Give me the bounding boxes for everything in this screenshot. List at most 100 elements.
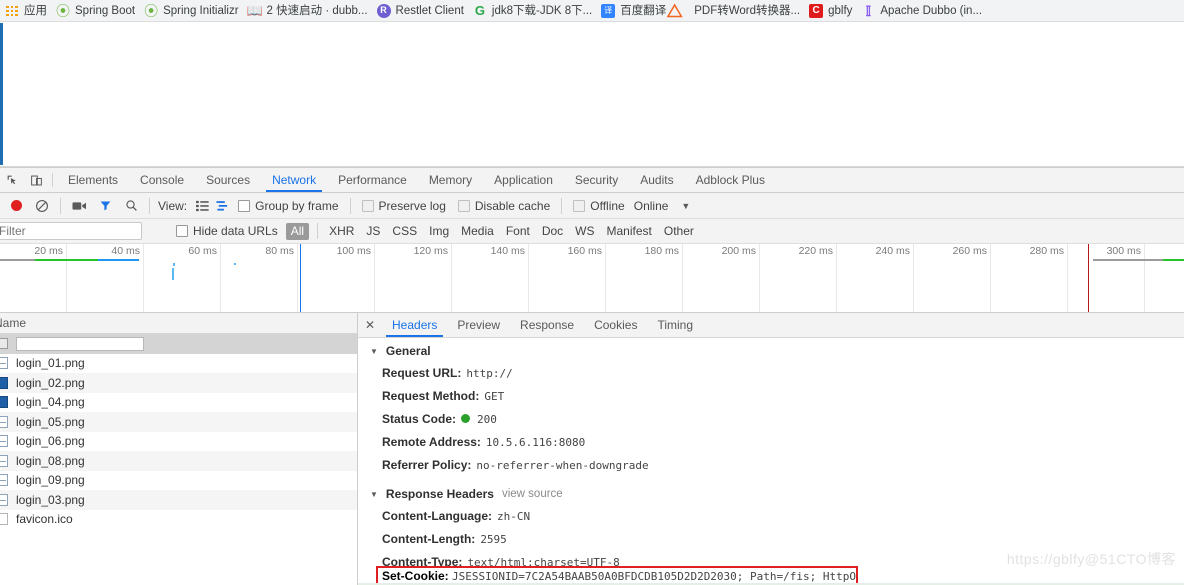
filter-type-manifest[interactable]: Manifest bbox=[601, 223, 658, 240]
favicon-icon bbox=[0, 512, 10, 526]
network-overview-timeline[interactable]: 20 ms 40 ms 60 ms 80 ms 100 ms 120 ms 14… bbox=[0, 244, 1184, 313]
devtools-panel: Elements Console Sources Network Perform… bbox=[0, 167, 1184, 585]
bookmarks-bar[interactable]: 应用 ⦿ Spring Boot ⦿ Spring Initializr 📖 2… bbox=[0, 0, 1184, 22]
view-list-icon[interactable] bbox=[192, 200, 212, 212]
request-name-edit-input[interactable] bbox=[16, 336, 144, 351]
filter-type-label: Img bbox=[429, 224, 450, 238]
tab-memory[interactable]: Memory bbox=[418, 168, 483, 192]
tab-network[interactable]: Network bbox=[261, 168, 327, 192]
filter-file-icon bbox=[0, 337, 10, 351]
bookmark-gblfy[interactable]: C gblfy bbox=[806, 2, 858, 20]
view-source-link[interactable]: view source bbox=[502, 488, 563, 500]
request-name: login_01.png bbox=[16, 356, 85, 371]
disable-cache-checkbox[interactable]: Disable cache bbox=[452, 199, 556, 213]
table-row-editing[interactable] bbox=[0, 334, 357, 354]
general-section-header[interactable]: ▼ General bbox=[358, 342, 1184, 362]
chevron-down-icon[interactable]: ▼ bbox=[681, 201, 690, 211]
bookmark-jdk8[interactable]: G jdk8下载-JDK 8下... bbox=[470, 2, 598, 20]
filter-type-other[interactable]: Other bbox=[658, 223, 700, 240]
bookmark-spring-boot[interactable]: ⦿ Spring Boot bbox=[53, 2, 141, 20]
hide-data-urls-label: Hide data URLs bbox=[193, 224, 278, 238]
record-button[interactable] bbox=[3, 194, 29, 218]
filter-type-ws[interactable]: WS bbox=[569, 223, 600, 240]
preserve-log-label: Preserve log bbox=[378, 198, 446, 213]
tab-console[interactable]: Console bbox=[129, 168, 195, 192]
bookmark-label: Apache Dubbo (in... bbox=[880, 4, 983, 17]
disable-cache-label: Disable cache bbox=[474, 198, 551, 213]
table-row[interactable]: login_02.png bbox=[0, 373, 357, 393]
tab-timing[interactable]: Timing bbox=[647, 313, 703, 337]
tab-cookies[interactable]: Cookies bbox=[584, 313, 647, 337]
filter-type-img[interactable]: Img bbox=[423, 223, 455, 240]
overview-bar-small bbox=[172, 268, 174, 280]
tab-preview[interactable]: Preview bbox=[447, 313, 510, 337]
view-waterfall-icon[interactable] bbox=[212, 200, 232, 212]
request-list: Name login_01.png login_02.png bbox=[0, 313, 358, 585]
filter-type-xhr[interactable]: XHR bbox=[323, 223, 360, 240]
table-row[interactable]: login_08.png bbox=[0, 451, 357, 471]
tab-label: Memory bbox=[428, 173, 473, 187]
table-row[interactable]: login_03.png bbox=[0, 490, 357, 510]
tab-sources[interactable]: Sources bbox=[195, 168, 261, 192]
tab-performance[interactable]: Performance bbox=[327, 168, 418, 192]
filter-type-css[interactable]: CSS bbox=[386, 223, 423, 240]
request-list-header[interactable]: Name bbox=[0, 313, 357, 334]
tab-audits[interactable]: Audits bbox=[629, 168, 684, 192]
overview-tick-label: 200 ms bbox=[721, 245, 756, 257]
request-name: login_04.png bbox=[16, 395, 85, 410]
filter-type-js[interactable]: JS bbox=[360, 223, 386, 240]
overview-tick-label: 80 ms bbox=[265, 245, 294, 257]
bookmark-apache-dubbo[interactable]: 𝕀 Apache Dubbo (in... bbox=[858, 2, 988, 20]
overview-bar-green bbox=[35, 259, 98, 261]
toggle-device-toolbar-icon[interactable] bbox=[24, 168, 48, 192]
table-row[interactable]: login_06.png bbox=[0, 432, 357, 452]
tab-headers[interactable]: Headers bbox=[382, 313, 447, 337]
search-button[interactable] bbox=[118, 194, 144, 218]
bookmark-spring-initializr[interactable]: ⦿ Spring Initializr bbox=[141, 2, 244, 20]
header-row-status-code: Status Code: 200 bbox=[358, 408, 1184, 431]
toolbar-divider bbox=[349, 197, 351, 214]
clear-icon bbox=[36, 199, 48, 212]
offline-checkbox[interactable]: Offline bbox=[567, 199, 630, 213]
bookmark-apps[interactable]: 应用 bbox=[2, 2, 53, 20]
section-title: Response Headers bbox=[385, 487, 494, 501]
tab-security[interactable]: Security bbox=[564, 168, 629, 192]
table-row[interactable]: login_01.png bbox=[0, 354, 357, 374]
table-row[interactable]: login_05.png bbox=[0, 412, 357, 432]
table-row[interactable]: login_09.png bbox=[0, 471, 357, 491]
tab-label: Security bbox=[574, 173, 619, 187]
preserve-log-checkbox[interactable]: Preserve log bbox=[356, 199, 452, 213]
filter-button[interactable] bbox=[92, 194, 118, 218]
group-by-frame-checkbox[interactable]: Group by frame bbox=[232, 199, 344, 213]
table-row[interactable]: login_04.png bbox=[0, 393, 357, 413]
bookmark-dubbo-quickstart[interactable]: 📖 2 快速启动 · dubb... bbox=[245, 2, 374, 20]
overview-tick-label: 180 ms bbox=[644, 245, 679, 257]
filter-type-label: Manifest bbox=[606, 224, 652, 238]
inspect-element-icon[interactable] bbox=[0, 168, 24, 192]
camera-icon bbox=[72, 201, 86, 210]
hide-data-urls-checkbox[interactable]: Hide data URLs bbox=[170, 224, 284, 238]
tab-response[interactable]: Response bbox=[510, 313, 584, 337]
tab-elements[interactable]: Elements bbox=[57, 168, 129, 192]
filter-type-all[interactable]: All bbox=[285, 222, 310, 240]
request-name: login_05.png bbox=[16, 414, 85, 429]
table-row[interactable]: favicon.ico bbox=[0, 510, 357, 530]
online-throttle-label[interactable]: Online bbox=[634, 199, 669, 213]
bookmark-restlet-client[interactable]: R Restlet Client bbox=[374, 2, 470, 20]
bookmark-pdf-to-word[interactable]: ⃤ PDF转Word转换器... bbox=[672, 2, 806, 20]
close-icon[interactable]: ✕ bbox=[358, 313, 382, 337]
clear-button[interactable] bbox=[29, 194, 55, 218]
response-headers-section-header[interactable]: ▼ Response Headers view source bbox=[358, 485, 1184, 505]
filter-type-media[interactable]: Media bbox=[455, 223, 500, 240]
filter-input[interactable] bbox=[0, 222, 142, 240]
filter-type-font[interactable]: Font bbox=[500, 223, 536, 240]
filter-type-doc[interactable]: Doc bbox=[536, 223, 569, 240]
bookmark-label: 百度翻译 bbox=[620, 4, 667, 17]
overview-bar-gray bbox=[0, 259, 35, 261]
image-file-icon bbox=[0, 434, 10, 448]
capture-screenshots-button[interactable] bbox=[66, 194, 92, 218]
header-value: JSESSIONID=7C2A54BAAB50A0BFDCDB105D2D2D2… bbox=[452, 570, 858, 583]
tab-application[interactable]: Application bbox=[483, 168, 564, 192]
tab-adblock-plus[interactable]: Adblock Plus bbox=[685, 168, 776, 192]
bookmark-baidu-translate[interactable]: 译 百度翻译 bbox=[598, 2, 672, 20]
